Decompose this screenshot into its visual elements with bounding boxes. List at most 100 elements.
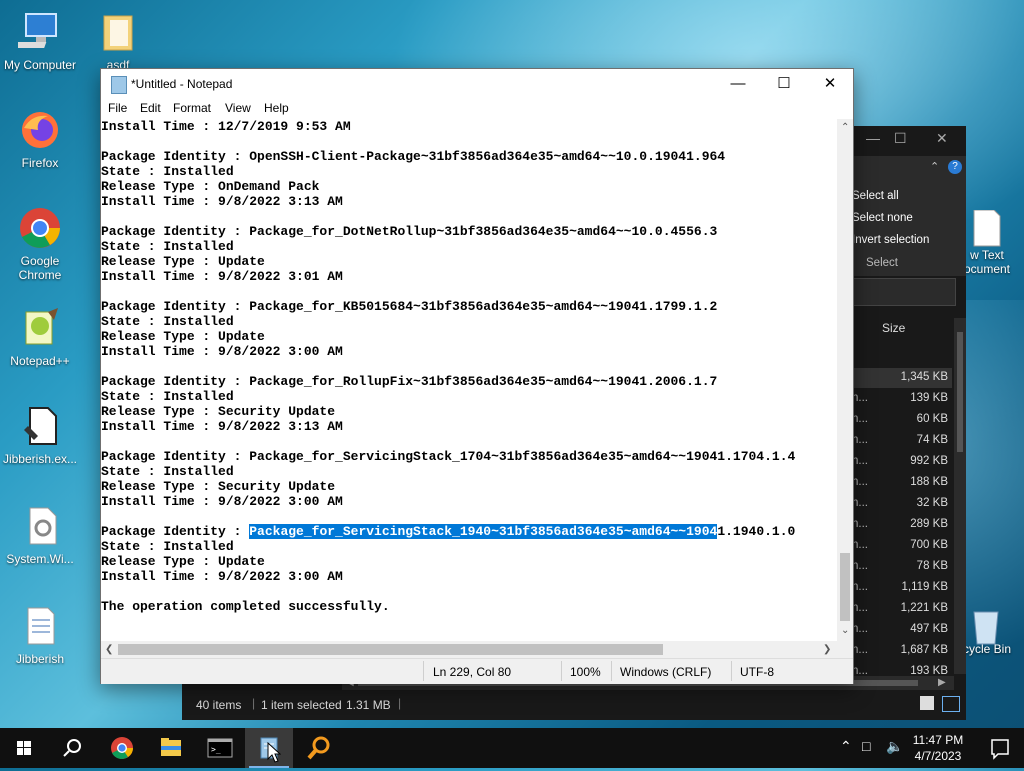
text-editor-area[interactable]: Install Time : 12/7/2019 9:53 AM Package… [101, 119, 837, 641]
desktop-icon-asdf[interactable]: asdf [78, 10, 158, 68]
text-selection[interactable]: Package_for_ServicingStack_1940~31bf3856… [249, 524, 718, 539]
windows-logo-icon [17, 741, 31, 755]
text-line: Release Type : Security Update [101, 479, 336, 494]
close-button[interactable]: ✕ [807, 69, 853, 99]
scroll-thumb[interactable] [957, 332, 963, 452]
selection-size: 1.31 MB [346, 698, 391, 712]
notification-center-button[interactable] [976, 728, 1024, 768]
taskbar-chrome[interactable] [98, 728, 146, 768]
file-row[interactable]: n... 193 KB [852, 662, 952, 676]
vertical-scrollbar[interactable]: ⌃ ⌄ [837, 119, 853, 641]
text-line-selected: Package Identity : Package_for_Servicing… [101, 524, 796, 539]
desktop-icon-my-computer[interactable]: My Computer [0, 10, 80, 72]
text-line: The operation completed successfully. [101, 599, 390, 614]
menu-file[interactable]: File [108, 101, 127, 115]
large-icons-view-icon[interactable] [942, 696, 960, 712]
search-button[interactable] [48, 728, 96, 768]
menu-edit[interactable]: Edit [140, 101, 161, 115]
text-line: State : Installed [101, 164, 234, 179]
desktop-icon-label: Jibberish.ex... [2, 452, 78, 466]
minimize-button[interactable]: — [715, 69, 761, 99]
desktop-icon-google-chrome[interactable]: Google Chrome [0, 206, 80, 282]
desktop-icon-notepad-plus-plus[interactable]: Notepad++ [0, 306, 80, 368]
clock[interactable]: 11:47 PM 4/7/2023 [900, 732, 976, 764]
window-title: *Untitled - Notepad [131, 77, 233, 91]
network-icon[interactable]: □ [862, 738, 870, 754]
file-row[interactable]: n... 78 KB [852, 557, 952, 577]
file-row[interactable]: n... 1,687 KB [852, 641, 952, 661]
file-row[interactable]: n... 139 KB [852, 389, 952, 409]
collapse-ribbon-icon[interactable]: ⌃ [930, 160, 939, 173]
explorer-search-box[interactable] [852, 278, 956, 306]
file-row[interactable]: n... 32 KB [852, 494, 952, 514]
mouse-cursor-icon [267, 742, 281, 763]
vertical-scroll-thumb[interactable] [840, 553, 850, 621]
details-view-icon[interactable] [920, 696, 934, 710]
text-document-icon [18, 604, 62, 648]
settings-file-icon [18, 504, 62, 548]
file-row[interactable]: n... 60 KB [852, 410, 952, 430]
scroll-right-icon[interactable]: ▶ [938, 677, 946, 688]
maximize-button[interactable]: ☐ [761, 69, 807, 99]
scroll-up-icon[interactable]: ⌃ [841, 122, 849, 133]
select-all-button[interactable]: Select all [852, 190, 899, 202]
menu-help[interactable]: Help [264, 101, 289, 115]
text-line: Install Time : 9/8/2022 3:01 AM [101, 269, 343, 284]
file-row[interactable]: 1,345 KB [852, 368, 952, 388]
start-button[interactable] [0, 728, 48, 768]
horizontal-scrollbar[interactable]: ❮ ❯ [101, 641, 837, 658]
file-row[interactable]: n... 188 KB [852, 473, 952, 493]
desktop-icon-label: My Computer [3, 58, 77, 72]
scroll-right-icon[interactable]: ❯ [823, 644, 831, 655]
invert-selection-button[interactable]: Invert selection [852, 234, 929, 246]
taskbar-command-prompt[interactable]: >_ [196, 728, 244, 768]
text-line: Package Identity : Package_for_DotNetRol… [101, 224, 718, 239]
taskbar-search-app[interactable] [294, 728, 342, 768]
text-line: Release Type : OnDemand Pack [101, 179, 320, 194]
desktop-icon-jibberish[interactable]: Jibberish [0, 604, 80, 666]
close-icon[interactable]: ✕ [936, 130, 948, 147]
maximize-icon[interactable]: ☐ [894, 130, 907, 147]
file-row[interactable]: n... 74 KB [852, 431, 952, 451]
explorer-titlebar: — ☐ ✕ [852, 126, 966, 156]
file-row[interactable]: n... 1,119 KB [852, 578, 952, 598]
text-line: Install Time : 9/8/2022 3:00 AM [101, 494, 343, 509]
menu-format[interactable]: Format [173, 101, 211, 115]
minimize-icon[interactable]: — [866, 130, 880, 146]
text-line: Release Type : Security Update [101, 404, 336, 419]
scroll-left-icon[interactable]: ❮ [105, 644, 113, 655]
text-line: Package Identity : Package_for_Servicing… [101, 449, 796, 464]
explorer-vertical-scrollbar[interactable] [954, 318, 966, 674]
menu-view[interactable]: View [225, 101, 251, 115]
text-line: Install Time : 12/7/2019 9:53 AM [101, 119, 351, 134]
taskbar-notepad[interactable] [245, 728, 293, 768]
desktop-icon-label: Firefox [21, 156, 59, 170]
search-icon [63, 739, 81, 757]
text-line: Install Time : 9/8/2022 3:13 AM [101, 419, 343, 434]
select-group-label: Select [866, 257, 898, 269]
horizontal-scroll-thumb[interactable] [118, 644, 663, 655]
notepad-icon [111, 76, 127, 94]
select-none-button[interactable]: Select none [852, 212, 913, 224]
scroll-down-icon[interactable]: ⌄ [841, 625, 849, 636]
text-line: Package Identity : Package_for_RollupFix… [101, 374, 718, 389]
notepad-window[interactable]: *Untitled - Notepad — ☐ ✕ File Edit Form… [100, 68, 854, 684]
file-row[interactable]: n... 700 KB [852, 536, 952, 556]
help-icon[interactable]: ? [948, 160, 962, 174]
scrollbar-corner [837, 641, 853, 658]
taskbar-file-explorer[interactable] [147, 728, 195, 768]
file-row[interactable]: n... 1,221 KB [852, 599, 952, 619]
notepad-titlebar[interactable]: *Untitled - Notepad — ☐ ✕ [101, 69, 853, 99]
explorer-status-bar: 40 items | 1 item selected 1.31 MB | [182, 690, 966, 720]
desktop-icon-system-wi[interactable]: System.Wi... [0, 504, 80, 566]
text-line: Package Identity : OpenSSH-Client-Packag… [101, 149, 726, 164]
file-row[interactable]: n... 497 KB [852, 620, 952, 640]
text-line: Install Time : 9/8/2022 3:13 AM [101, 194, 343, 209]
desktop-icon-jibberish-exe[interactable]: Jibberish.ex... [0, 404, 80, 466]
explorer-ribbon: ⌃ ? Select all Select none Invert select… [852, 156, 966, 276]
file-row[interactable]: n... 289 KB [852, 515, 952, 535]
file-row[interactable]: n... 992 KB [852, 452, 952, 472]
show-hidden-icons[interactable]: ⌃ [840, 738, 852, 755]
desktop-icon-firefox[interactable]: Firefox [0, 108, 80, 170]
text-line: State : Installed [101, 389, 234, 404]
